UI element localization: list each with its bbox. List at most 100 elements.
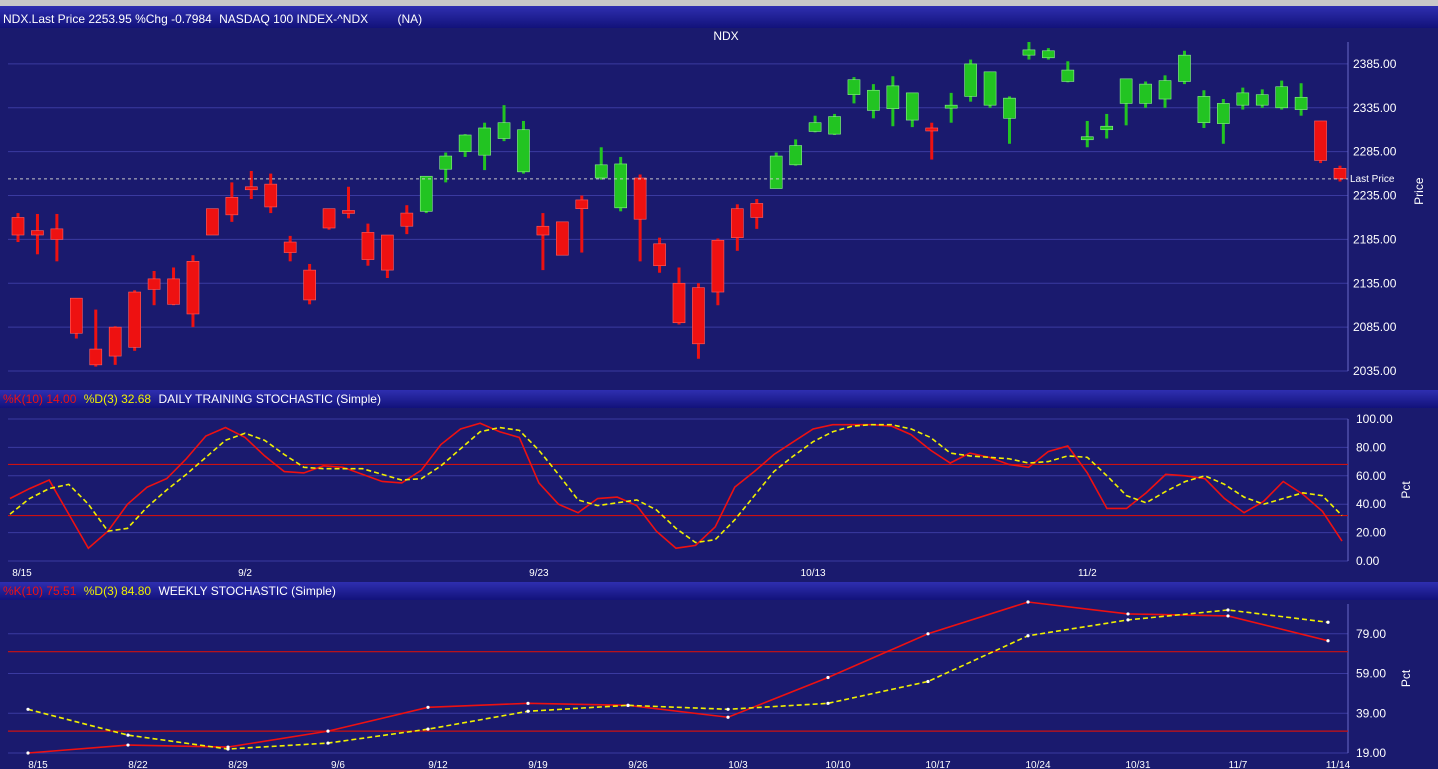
- candle-body: [419, 175, 433, 212]
- weekly-point: [26, 707, 30, 711]
- candle-body: [11, 217, 25, 236]
- price-chart-title: NDX: [713, 29, 738, 43]
- weekly-point: [1026, 634, 1030, 638]
- candle-body: [925, 127, 939, 132]
- status-label: (NA): [397, 12, 423, 26]
- candle-body: [89, 348, 103, 366]
- weekly-x-tick-label: 8/15: [28, 760, 48, 769]
- weekly-point: [226, 747, 230, 751]
- weekly-x-tick-label: 8/29: [228, 760, 248, 769]
- candle-body: [128, 291, 141, 348]
- candle-body: [361, 232, 375, 260]
- daily-y-tick-label: 20.00: [1356, 526, 1386, 540]
- price-y-tick-label: 2385.00: [1353, 57, 1397, 71]
- candle-body: [186, 261, 200, 315]
- weekly-y-tick-label: 19.00: [1356, 746, 1386, 760]
- candle-body: [653, 243, 666, 267]
- candle-body: [1217, 103, 1230, 124]
- daily-stochastic-title: DAILY TRAINING STOCHASTIC (Simple): [158, 392, 381, 406]
- price-y-tick-label: 2035.00: [1353, 364, 1397, 378]
- candle-body: [867, 89, 880, 111]
- candle-body: [730, 208, 744, 238]
- weekly-point: [326, 741, 330, 745]
- candle-body: [400, 212, 414, 227]
- weekly-x-tick-label: 9/19: [528, 760, 548, 769]
- weekly-point: [426, 705, 430, 709]
- candle-body: [303, 269, 316, 301]
- candle-body: [147, 278, 161, 290]
- price-y-tick-label: 2285.00: [1353, 145, 1397, 159]
- candle-body: [1197, 96, 1211, 124]
- price-y-tick-label: 2185.00: [1353, 232, 1397, 246]
- candle-body: [886, 85, 900, 109]
- daily-x-tick-label: 9/2: [238, 568, 252, 579]
- weekly-point: [426, 727, 430, 731]
- candle-body: [1061, 69, 1075, 82]
- daily-plot-background: [0, 408, 1438, 582]
- candle-body: [1119, 78, 1133, 104]
- weekly-point: [1226, 614, 1230, 618]
- daily-y-tick-label: 40.00: [1356, 497, 1386, 511]
- weekly-point: [1326, 620, 1330, 624]
- candle-body: [769, 155, 783, 189]
- candle-body: [750, 203, 764, 218]
- daily-y-axis-label: Pct: [1399, 481, 1413, 499]
- candle-body: [381, 234, 394, 271]
- weekly-x-tick-label: 10/10: [825, 760, 850, 769]
- candle-body: [322, 208, 336, 229]
- weekly-point: [526, 709, 530, 713]
- weekly-x-tick-label: 10/31: [1125, 760, 1150, 769]
- weekly-x-tick-label: 11/14: [1326, 760, 1351, 769]
- weekly-plot-background: [0, 600, 1438, 769]
- weekly-x-tick-label: 8/22: [128, 760, 148, 769]
- daily-d-label: %D(3) 32.68: [83, 392, 152, 406]
- candle-body: [342, 210, 355, 214]
- index-name: NASDAQ 100 INDEX-^NDX: [219, 12, 369, 26]
- weekly-y-tick-label: 59.00: [1356, 667, 1386, 681]
- daily-x-tick-label: 8/15: [12, 568, 32, 579]
- candle-body: [244, 186, 258, 191]
- weekly-point: [1226, 608, 1230, 612]
- symbol-last-price: NDX.Last Price 2253.95 %Chg -0.7984: [3, 12, 212, 26]
- weekly-x-tick-label: 9/12: [428, 760, 448, 769]
- candle-body: [808, 122, 822, 132]
- candle-body: [789, 145, 802, 166]
- candle-body: [517, 129, 530, 173]
- candle-body: [225, 196, 239, 216]
- candle-body: [167, 278, 180, 305]
- weekly-point: [926, 679, 930, 684]
- daily-x-tick-label: 9/23: [529, 568, 549, 579]
- candle-body: [536, 225, 550, 236]
- candle-body: [575, 199, 589, 209]
- weekly-y-tick-label: 39.00: [1356, 706, 1386, 720]
- weekly-point: [626, 703, 630, 707]
- weekly-y-tick-label: 79.00: [1356, 627, 1386, 641]
- candle-body: [983, 71, 997, 106]
- candle-body: [1255, 94, 1269, 106]
- weekly-point: [826, 675, 830, 680]
- candle-body: [1042, 50, 1055, 59]
- candle-body: [1003, 97, 1016, 119]
- daily-stochastic-chart[interactable]: 0.00 20.00 40.00 60.00 80.00 100.00 Pct 8/15 9/2…: [0, 408, 1438, 582]
- daily-k-label: %K(10) 14.00: [3, 392, 77, 406]
- candle-body: [1275, 86, 1289, 109]
- weekly-point: [1026, 600, 1030, 604]
- weekly-point: [326, 729, 330, 733]
- weekly-point: [1126, 618, 1130, 622]
- weekly-stochastic-chart[interactable]: 19.00 39.00 59.00 79.00 Pct 8/15 8/22 8/29 9/6 9/…: [0, 600, 1438, 769]
- weekly-y-axis-label: Pct: [1399, 669, 1413, 687]
- candle-body: [1139, 83, 1152, 104]
- weekly-point: [826, 701, 830, 705]
- weekly-point: [126, 733, 130, 737]
- price-candlestick-chart[interactable]: 2035.00 2085.00 2135.00 2185.00 2235.00 2285.…: [0, 28, 1438, 390]
- weekly-x-tick-label: 9/6: [331, 760, 345, 769]
- weekly-x-tick-label: 10/24: [1025, 760, 1050, 769]
- daily-y-tick-label: 0.00: [1356, 554, 1380, 568]
- price-y-tick-label: 2335.00: [1353, 101, 1397, 115]
- daily-y-tick-label: 80.00: [1356, 440, 1386, 454]
- candle-body: [1236, 92, 1250, 106]
- candle-body: [594, 164, 608, 179]
- candle-body: [458, 134, 472, 152]
- weekly-point: [526, 701, 530, 705]
- price-y-tick-label: 2235.00: [1353, 189, 1397, 203]
